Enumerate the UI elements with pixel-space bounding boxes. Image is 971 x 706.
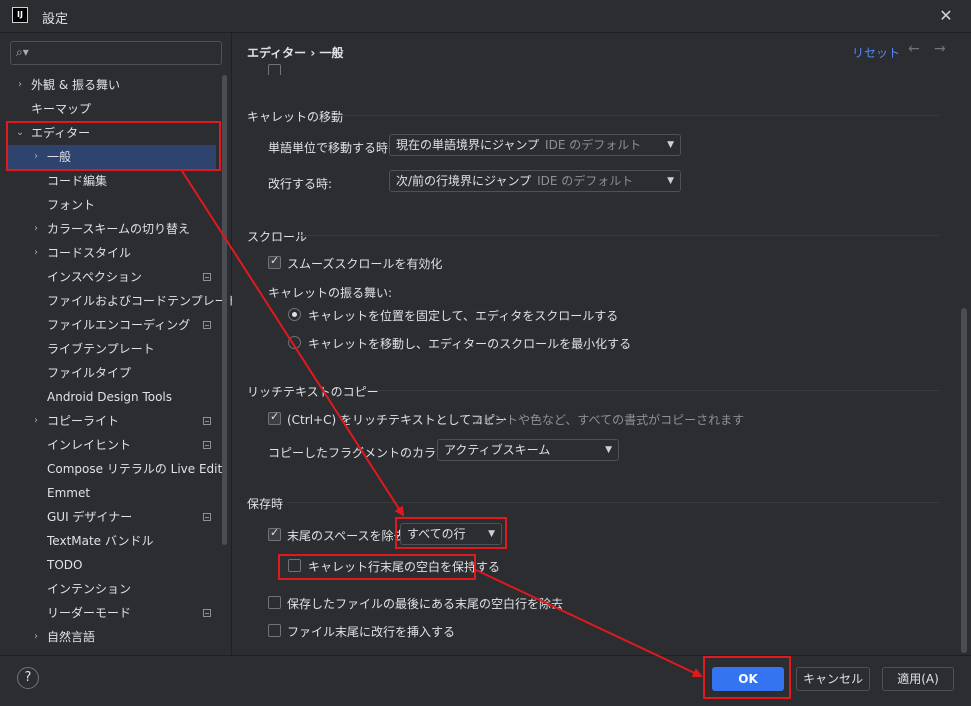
- search-input[interactable]: ⌕▾: [10, 41, 222, 65]
- sidebar-item-general[interactable]: › 一般: [6, 145, 216, 169]
- ensure-newline-label[interactable]: ファイル末尾に改行を挿入する: [287, 623, 455, 640]
- close-icon[interactable]: ✕: [936, 6, 956, 26]
- project-settings-icon: [203, 321, 211, 329]
- sidebar-item-inspections[interactable]: インスペクション: [0, 265, 231, 289]
- help-icon[interactable]: ?: [17, 667, 39, 689]
- line-break-label: 改行する時:: [268, 177, 333, 191]
- chevron-right-icon[interactable]: ›: [30, 625, 42, 649]
- sidebar-item-natural-languages[interactable]: › 自然言語: [0, 625, 231, 649]
- caret-move-radio[interactable]: [288, 336, 301, 349]
- line-break-dropdown[interactable]: 次/前の行境界にジャンプ IDE のデフォルト ▼: [389, 170, 681, 192]
- sidebar-scrollbar[interactable]: [222, 75, 227, 545]
- rich-copy-hint: フォントや色など、すべての書式がコピーされます: [470, 413, 745, 427]
- rich-copy-checkbox[interactable]: [268, 410, 281, 425]
- sidebar-item-color-scheme[interactable]: › カラースキームの切り替え: [0, 217, 231, 241]
- sidebar-item-appearance[interactable]: › 外観 & 振る舞い: [0, 73, 231, 97]
- remove-blank-lines-label[interactable]: 保存したファイルの最後にある末尾の空白行を除去: [287, 595, 563, 612]
- project-settings-icon: [203, 609, 211, 617]
- title-bar: IJ 設定 ✕: [0, 0, 971, 33]
- caret-fixed-label[interactable]: キャレットを位置を固定して、エディタをスクロールする: [308, 307, 618, 324]
- section-on-save: 保存時: [247, 497, 284, 511]
- sidebar-item-code-style[interactable]: › コードスタイル: [0, 241, 231, 265]
- section-caret-movement: キャレットの移動: [247, 110, 344, 124]
- divider: [298, 235, 939, 236]
- apply-button[interactable]: 適用(A): [882, 667, 954, 691]
- divider: [287, 502, 939, 503]
- chevron-right-icon[interactable]: ›: [30, 217, 42, 241]
- sidebar-item-emmet[interactable]: Emmet: [0, 481, 231, 505]
- section-scroll: スクロール: [247, 230, 308, 244]
- strip-trailing-checkbox[interactable]: [268, 526, 281, 541]
- sidebar-item-intentions[interactable]: インテンション: [0, 577, 231, 601]
- forward-arrow-icon[interactable]: →: [934, 41, 946, 57]
- dropdown-arrow-icon: ▼: [488, 529, 495, 539]
- sidebar-item-live-templates[interactable]: ライブテンプレート: [0, 337, 231, 361]
- caret-behavior-label: キャレットの振る舞い:: [268, 286, 393, 300]
- sidebar-item-android-design-tools[interactable]: Android Design Tools: [0, 385, 231, 409]
- divider: [361, 390, 939, 391]
- keep-caret-whitespace-label[interactable]: キャレット行末尾の空白を保持する: [308, 558, 500, 575]
- sidebar-item-reader-mode[interactable]: リーダーモード: [0, 601, 231, 625]
- caret-move-label[interactable]: キャレットを移動し、エディターのスクロールを最小化する: [308, 335, 631, 352]
- remove-blank-lines-checkbox[interactable]: [268, 596, 281, 609]
- project-settings-icon: [203, 441, 211, 449]
- chevron-right-icon[interactable]: ›: [30, 145, 42, 169]
- dialog-footer: ? OK キャンセル 適用(A): [0, 655, 971, 706]
- keep-caret-whitespace-checkbox[interactable]: [288, 559, 301, 572]
- word-move-dropdown[interactable]: 現在の単語境界にジャンプ IDE のデフォルト ▼: [389, 134, 681, 156]
- sidebar-item-code-editing[interactable]: コード編集: [0, 169, 231, 193]
- chevron-down-icon[interactable]: ⌄: [14, 121, 26, 145]
- breadcrumb: エディター › 一般: [247, 46, 344, 60]
- project-settings-icon: [203, 513, 211, 521]
- sidebar-item-font[interactable]: フォント: [0, 193, 231, 217]
- ok-button[interactable]: OK: [712, 667, 784, 691]
- divider: [332, 115, 939, 116]
- section-rich-copy: リッチテキストのコピー: [247, 385, 379, 399]
- smooth-scroll-label[interactable]: スムーズスクロールを有効化: [287, 255, 442, 272]
- back-arrow-icon[interactable]: ←: [908, 41, 920, 57]
- sidebar-item-file-types[interactable]: ファイルタイプ: [0, 361, 231, 385]
- cancel-button[interactable]: キャンセル: [796, 667, 870, 691]
- sidebar-item-textmate-bundles[interactable]: TextMate バンドル: [0, 529, 231, 553]
- word-move-label: 単語単位で移動する時:: [268, 141, 393, 155]
- window-title: 設定: [42, 12, 69, 27]
- sidebar-item-file-encodings[interactable]: ファイルエンコーディング: [0, 313, 231, 337]
- chevron-right-icon[interactable]: ›: [30, 409, 42, 433]
- sidebar-item-gui-designer[interactable]: GUI デザイナー: [0, 505, 231, 529]
- sidebar-item-keymap[interactable]: キーマップ: [0, 97, 231, 121]
- sidebar-item-file-templates[interactable]: ファイルおよびコードテンプレート: [0, 289, 239, 313]
- copy-scheme-dropdown[interactable]: アクティブスキーム ▼: [437, 439, 619, 461]
- search-icon: ⌕▾: [16, 45, 29, 59]
- content-scrollbar[interactable]: [961, 308, 967, 653]
- ensure-newline-checkbox[interactable]: [268, 624, 281, 637]
- strip-trailing-dropdown[interactable]: すべての行 ▼: [400, 523, 502, 545]
- smooth-scroll-checkbox[interactable]: [268, 254, 281, 269]
- project-settings-icon: [203, 417, 211, 425]
- sidebar-item-copyright[interactable]: › コピーライト: [0, 409, 231, 433]
- intellij-app-icon: IJ: [12, 7, 28, 23]
- cutoff-mask: [246, 75, 939, 79]
- settings-content: エディター › 一般 リセット ← → キャレットの移動 単語単位で移動する時:…: [232, 33, 971, 655]
- strip-trailing-label[interactable]: 末尾のスペースを除去:: [287, 527, 410, 544]
- dropdown-arrow-icon: ▼: [605, 445, 612, 455]
- chevron-right-icon[interactable]: ›: [14, 73, 26, 97]
- chevron-right-icon[interactable]: ›: [30, 241, 42, 265]
- caret-fixed-radio[interactable]: [288, 308, 301, 321]
- sidebar-item-todo[interactable]: TODO: [0, 553, 231, 577]
- sidebar-item-inlay-hints[interactable]: インレイヒント: [0, 433, 231, 457]
- dropdown-arrow-icon: ▼: [667, 176, 674, 186]
- project-settings-icon: [203, 273, 211, 281]
- settings-sidebar: ⌕▾ › 外観 & 振る舞い キーマップ ⌄ エディター › 一般 コード編集 …: [0, 33, 239, 655]
- sidebar-item-editor[interactable]: ⌄ エディター: [0, 121, 231, 145]
- dropdown-arrow-icon: ▼: [667, 140, 674, 150]
- reset-link[interactable]: リセット: [852, 44, 900, 61]
- sidebar-item-compose-live-edit[interactable]: Compose リテラルの Live Edit: [0, 457, 231, 481]
